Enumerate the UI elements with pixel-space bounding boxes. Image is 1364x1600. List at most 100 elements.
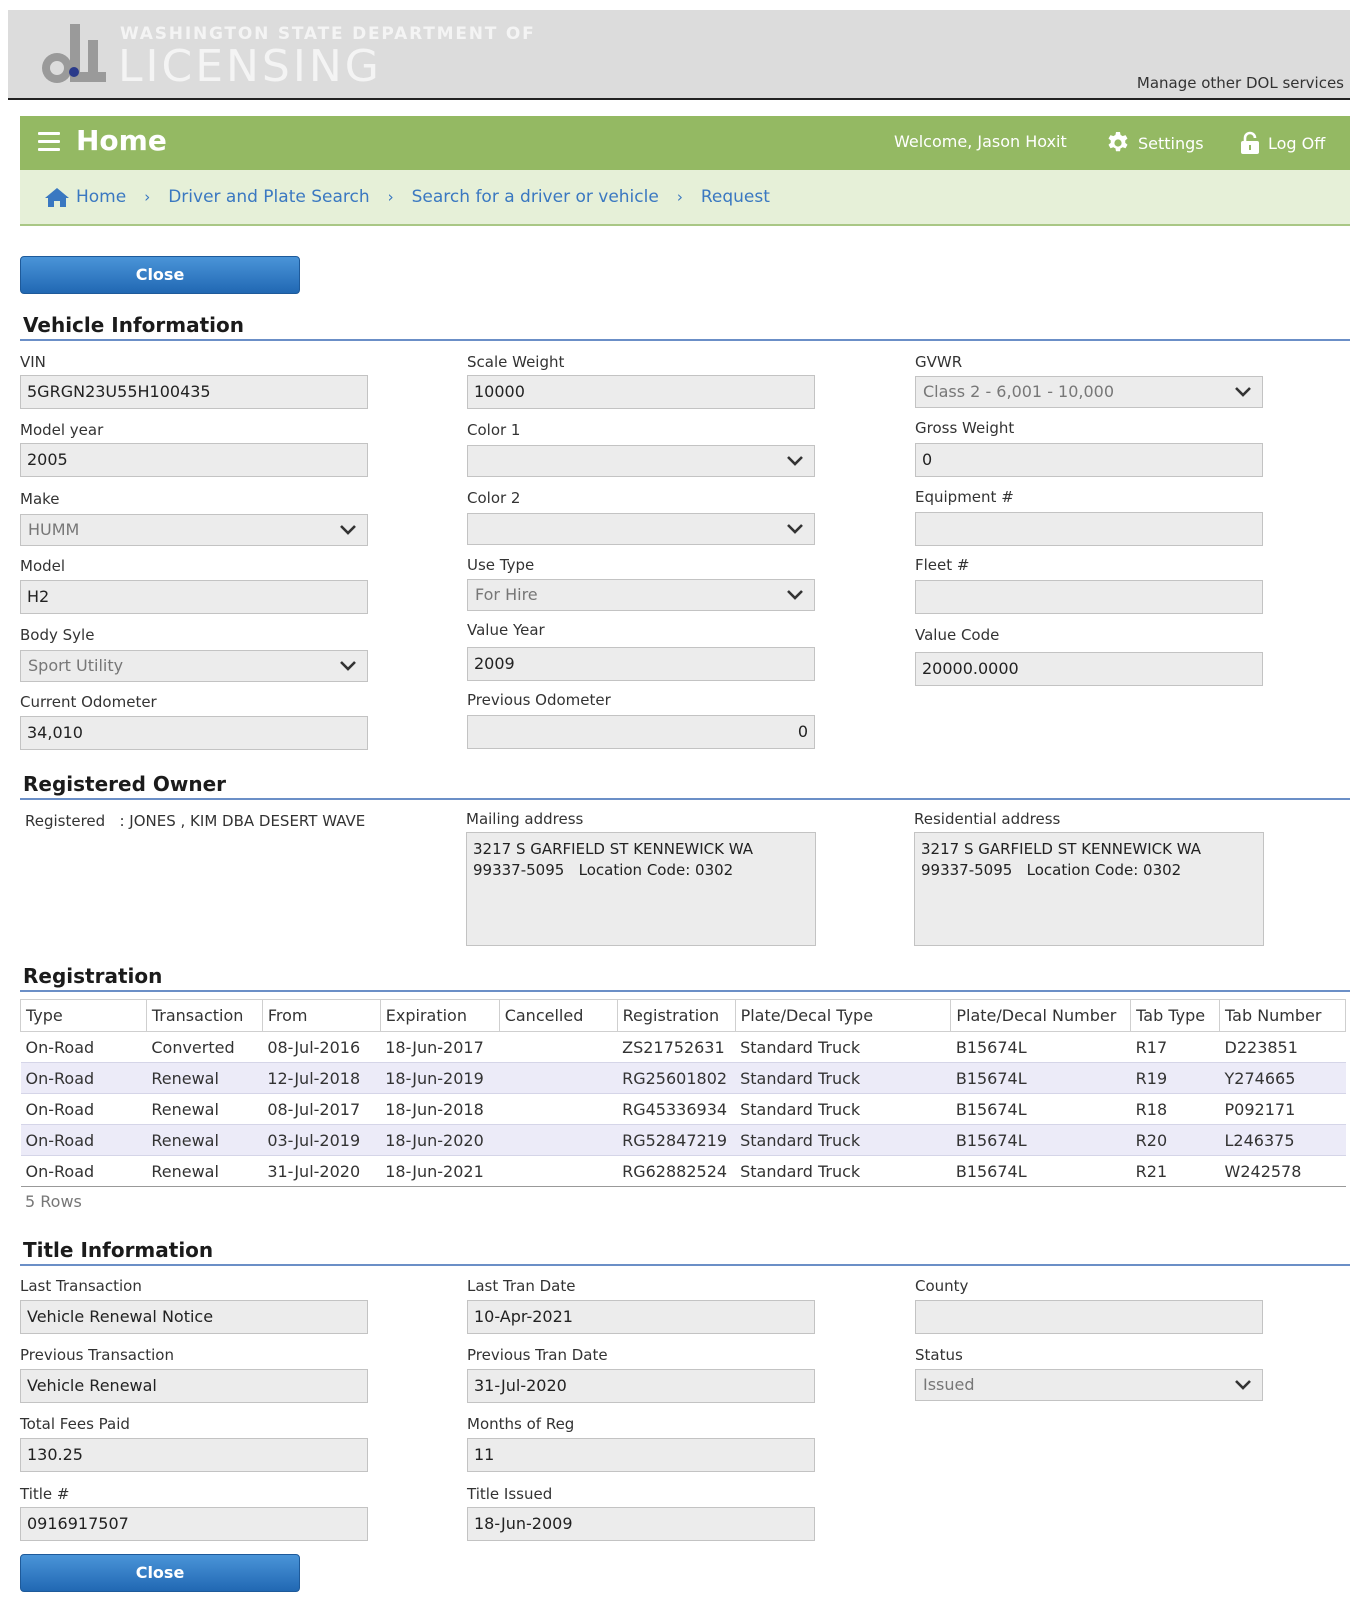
- gross-weight-field[interactable]: 0: [915, 443, 1263, 477]
- close-button-bottom[interactable]: Close: [20, 1554, 300, 1592]
- column-header[interactable]: Plate/Decal Type: [734, 999, 952, 1032]
- table-cell: On-Road: [25, 1037, 95, 1057]
- use-type-label: Use Type: [467, 556, 535, 574]
- previous-odometer-label: Previous Odometer: [467, 691, 611, 709]
- table-cell: Renewal: [146, 1155, 263, 1187]
- table-cell: 08-Jul-2016: [267, 1037, 361, 1057]
- last-tran-date-label: Last Tran Date: [467, 1277, 576, 1295]
- column-header[interactable]: Expiration: [379, 999, 500, 1032]
- logoff-label: Log Off: [1268, 133, 1326, 153]
- previous-odometer-field[interactable]: 0: [467, 715, 815, 749]
- last-tran-date-field[interactable]: 10-Apr-2021: [467, 1300, 815, 1334]
- table-cell: 18-Jun-2017: [385, 1037, 484, 1057]
- table-cell: On-Road: [25, 1099, 95, 1119]
- column-header[interactable]: Tab Type: [1130, 999, 1221, 1032]
- manage-services-link[interactable]: Manage other DOL services: [1137, 74, 1344, 92]
- registration-heading: Registration: [20, 962, 1350, 992]
- title-number-label: Title #: [20, 1485, 70, 1503]
- table-cell: 18-Jun-2019: [380, 1062, 500, 1094]
- status-label: Status: [915, 1346, 963, 1364]
- model-year-field[interactable]: 2005: [20, 443, 368, 477]
- title-issued-label: Title Issued: [467, 1485, 553, 1503]
- column-header[interactable]: Transaction: [145, 999, 263, 1032]
- breadcrumb-search-driver-vehicle[interactable]: Search for a driver or vehicle: [412, 187, 659, 207]
- table-cell: [499, 1155, 618, 1187]
- table-cell: [499, 1124, 618, 1156]
- table-row[interactable]: On-Road Renewal 03-Jul-2019 18-Jun-2020 RG52…: [20, 1124, 1346, 1156]
- current-odometer-field[interactable]: 34,010: [20, 716, 368, 750]
- table-cell: B15674L: [950, 1155, 1131, 1187]
- use-type-select[interactable]: For Hire: [467, 579, 815, 611]
- column-header[interactable]: Plate/Decal Number: [950, 999, 1132, 1032]
- gvwr-value: Class 2 - 6,001 - 10,000: [923, 382, 1115, 401]
- table-cell: 31-Jul-2020: [262, 1155, 381, 1187]
- previous-transaction-field[interactable]: Vehicle Renewal: [20, 1369, 368, 1403]
- table-cell: L246375: [1219, 1124, 1346, 1156]
- table-cell: RG62882524: [617, 1155, 736, 1187]
- column-header[interactable]: From: [261, 999, 381, 1032]
- table-row[interactable]: On-Road Renewal 08-Jul-2017 18-Jun-2018 RG45…: [21, 1094, 1346, 1125]
- color1-select[interactable]: [467, 445, 815, 477]
- months-of-reg-field[interactable]: 11: [467, 1438, 815, 1472]
- table-cell: W242578: [1219, 1155, 1346, 1187]
- title-issued-field[interactable]: 18-Jun-2009: [467, 1507, 815, 1541]
- table-row[interactable]: On-Road Converted 08-Jul-2016 18-Jun-2017 ZS…: [21, 1032, 1346, 1063]
- logoff-button[interactable]: Log Off: [1240, 128, 1325, 158]
- color2-select[interactable]: [467, 513, 815, 545]
- column-header[interactable]: Registration: [616, 999, 736, 1032]
- use-type-value: For Hire: [475, 585, 538, 604]
- model-year-label: Model year: [20, 421, 104, 439]
- chevron-down-icon: [1235, 387, 1251, 397]
- table-cell: Standard Truck: [740, 1099, 861, 1119]
- make-select[interactable]: HUMM: [20, 514, 368, 546]
- body-style-select[interactable]: Sport Utility: [20, 650, 368, 682]
- value-year-field[interactable]: 2009: [467, 647, 815, 681]
- mailing-address-field[interactable]: 3217 S GARFIELD ST KENNEWICK WA 99337-50…: [466, 832, 816, 946]
- table-cell: Converted: [151, 1037, 235, 1057]
- column-header[interactable]: Tab Number: [1219, 999, 1346, 1032]
- total-fees-field[interactable]: 130.25: [20, 1438, 368, 1472]
- value-code-field[interactable]: 20000.0000: [915, 652, 1263, 686]
- table-cell: [499, 1094, 617, 1125]
- hamburger-icon[interactable]: [38, 132, 60, 152]
- breadcrumb: Home › Driver and Plate Search › Search …: [20, 170, 1350, 226]
- breadcrumb-separator: ›: [387, 188, 394, 206]
- status-select[interactable]: Issued: [915, 1369, 1263, 1401]
- model-field[interactable]: H2: [20, 580, 368, 614]
- title-info-heading: Title Information: [20, 1236, 1350, 1266]
- county-field[interactable]: [915, 1300, 1263, 1334]
- current-odometer-label: Current Odometer: [20, 693, 157, 711]
- model-label: Model: [20, 557, 66, 575]
- table-cell: On-Road: [20, 1155, 147, 1187]
- agency-banner: WASHINGTON STATE DEPARTMENT OF LICENSING…: [8, 10, 1350, 100]
- column-header[interactable]: Cancelled: [498, 999, 618, 1032]
- scale-weight-field[interactable]: 10000: [467, 375, 815, 409]
- table-cell: RG45336934: [622, 1099, 728, 1119]
- breadcrumb-request[interactable]: Request: [701, 187, 770, 207]
- settings-button[interactable]: Settings: [1106, 128, 1204, 158]
- table-row[interactable]: On-Road Renewal 12-Jul-2018 18-Jun-2019 RG25…: [20, 1062, 1346, 1094]
- table-cell: ZS21752631: [622, 1037, 725, 1057]
- fleet-field[interactable]: [915, 580, 1263, 614]
- table-cell: R17: [1135, 1037, 1168, 1057]
- last-transaction-field[interactable]: Vehicle Renewal Notice: [20, 1300, 368, 1334]
- color1-label: Color 1: [467, 421, 521, 439]
- chevron-down-icon: [787, 456, 803, 466]
- gvwr-select[interactable]: Class 2 - 6,001 - 10,000: [915, 376, 1263, 408]
- equipment-field[interactable]: [915, 512, 1263, 546]
- lock-icon: [1241, 131, 1259, 154]
- table-cell: Standard Truck: [740, 1037, 861, 1057]
- vin-field[interactable]: 5GRGN23U55H100435: [20, 375, 368, 409]
- residential-address-field[interactable]: 3217 S GARFIELD ST KENNEWICK WA 99337-50…: [914, 832, 1264, 946]
- breadcrumb-driver-plate-search[interactable]: Driver and Plate Search: [168, 187, 369, 207]
- previous-tran-date-field[interactable]: 31-Jul-2020: [467, 1369, 815, 1403]
- table-cell: Standard Truck: [735, 1155, 951, 1187]
- page-title: Home: [76, 124, 167, 157]
- column-header[interactable]: Type: [20, 999, 147, 1032]
- table-cell: 18-Jun-2018: [385, 1099, 484, 1119]
- close-button-top[interactable]: Close: [20, 256, 300, 294]
- table-cell: Renewal: [146, 1062, 263, 1094]
- table-row[interactable]: On-Road Renewal 31-Jul-2020 18-Jun-2021 RG62…: [20, 1155, 1346, 1187]
- title-number-field[interactable]: 0916917507: [20, 1507, 368, 1541]
- breadcrumb-home[interactable]: Home: [76, 187, 126, 207]
